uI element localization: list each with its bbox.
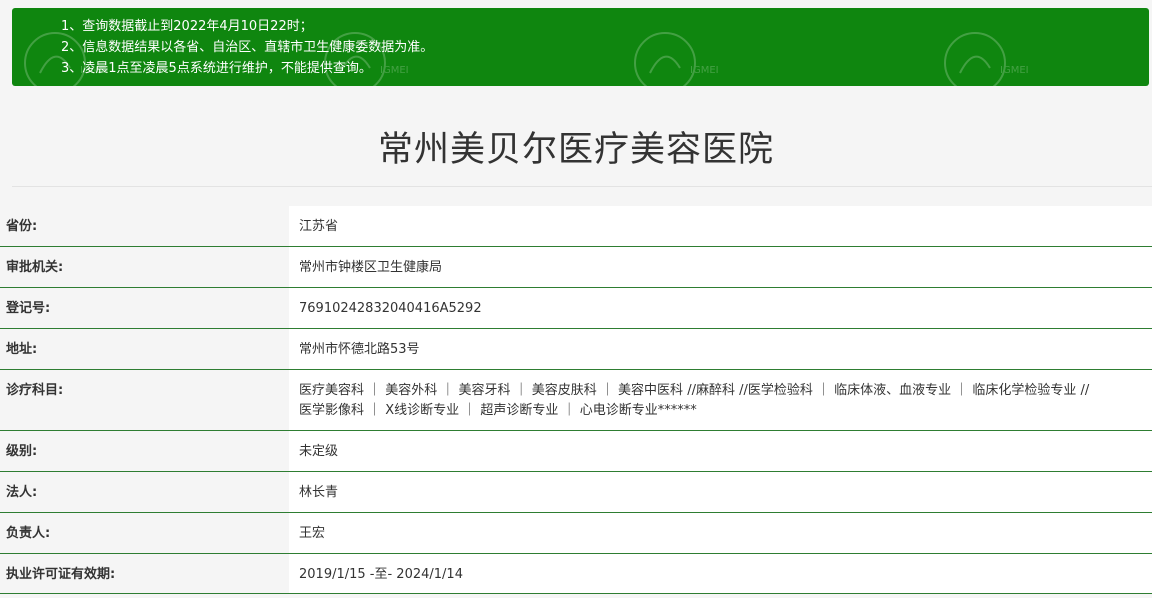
notice-line-3: 3、凌晨1点至凌晨5点系统进行维护，不能提供查询。 [61, 61, 372, 76]
page-title: 常州美贝尔医疗美容医院 [377, 130, 774, 170]
table-row-legal-person: 法人: 林长青 [0, 472, 1152, 513]
row-label: 审批机关: [0, 247, 289, 287]
table-row-departments: 诊疗科目: 医疗美容科 ｜ 美容外科 ｜ 美容牙科 ｜ 美容皮肤科 ｜ 美容中医… [0, 370, 1152, 431]
row-label: 级别: [0, 431, 289, 471]
row-label: 省份: [0, 206, 289, 246]
row-label: 负责人: [0, 513, 289, 553]
title-divider [12, 186, 1152, 187]
row-value: 林长青 [289, 472, 1152, 512]
row-value: 常州市怀德北路53号 [289, 329, 1152, 369]
notice-line-2: 2、信息数据结果以各省、自治区、直辖市卫生健康委数据为准。 [61, 40, 434, 55]
table-row-approval-authority: 审批机关: 常州市钟楼区卫生健康局 [0, 247, 1152, 288]
table-row-registration-number: 登记号: 76910242832040416A5292 [0, 288, 1152, 329]
notice-banner: 1、查询数据截止到2022年4月10日22时； 2、信息数据结果以各省、自治区、… [12, 8, 1149, 86]
row-label: 法人: [0, 472, 289, 512]
row-value: 医疗美容科 ｜ 美容外科 ｜ 美容牙科 ｜ 美容皮肤科 ｜ 美容中医科 //麻醉… [289, 370, 1152, 430]
row-value: 76910242832040416A5292 [289, 288, 1152, 328]
table-row-province: 省份: 江苏省 [0, 206, 1152, 247]
row-label: 地址: [0, 329, 289, 369]
hospital-info-table: 省份: 江苏省 审批机关: 常州市钟楼区卫生健康局 登记号: 769102428… [0, 206, 1152, 594]
table-row-person-in-charge: 负责人: 王宏 [0, 513, 1152, 554]
row-value: 江苏省 [289, 206, 1152, 246]
row-value: 未定级 [289, 431, 1152, 471]
row-value: 常州市钟楼区卫生健康局 [289, 247, 1152, 287]
row-label: 登记号: [0, 288, 289, 328]
departments-line-1: 医疗美容科 ｜ 美容外科 ｜ 美容牙科 ｜ 美容皮肤科 ｜ 美容中医科 //麻醉… [299, 383, 1090, 398]
row-value: 2019/1/15 -至- 2024/1/14 [289, 554, 1152, 593]
table-row-level: 级别: 未定级 [0, 431, 1152, 472]
table-row-license-validity: 执业许可证有效期: 2019/1/15 -至- 2024/1/14 [0, 554, 1152, 594]
departments-line-2: 医学影像科 ｜ X线诊断专业 ｜ 超声诊断专业 ｜ 心电诊断专业****** [299, 403, 697, 418]
row-value: 王宏 [289, 513, 1152, 553]
row-label: 执业许可证有效期: [0, 554, 289, 593]
row-label: 诊疗科目: [0, 370, 289, 430]
table-row-address: 地址: 常州市怀德北路53号 [0, 329, 1152, 370]
notice-line-1: 1、查询数据截止到2022年4月10日22时； [61, 19, 313, 34]
